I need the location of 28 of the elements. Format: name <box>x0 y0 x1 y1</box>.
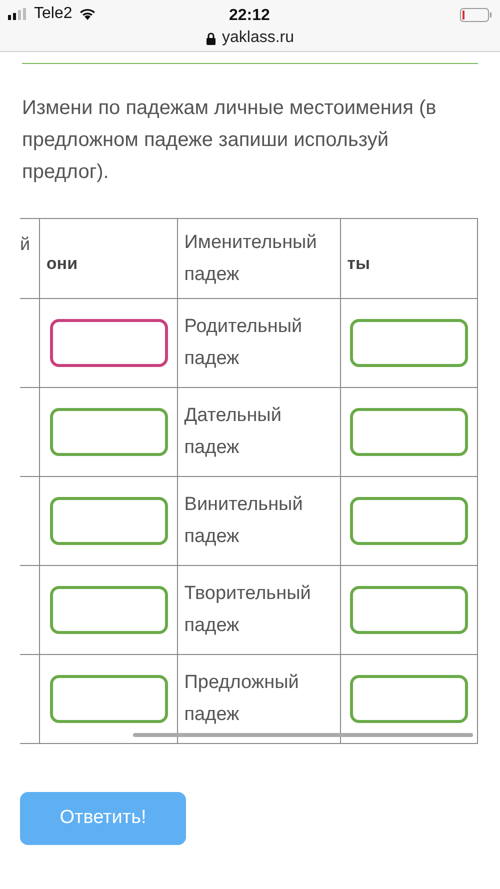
answer-field[interactable] <box>50 675 168 723</box>
answer-field[interactable] <box>50 497 168 545</box>
url-text[interactable]: yaklass.ru <box>222 26 294 50</box>
lock-icon <box>206 32 216 44</box>
case-label: Предложный падеж <box>183 671 300 727</box>
signal-icon <box>8 8 28 20</box>
header-text: й <box>20 232 32 256</box>
pronoun-header: ты <box>346 252 371 275</box>
answer-field[interactable] <box>350 586 468 634</box>
answer-field[interactable] <box>50 319 168 367</box>
pronoun-header: они <box>45 252 79 275</box>
answer-field[interactable] <box>50 586 168 634</box>
case-label: Винительный падеж <box>183 493 304 549</box>
carrier-name: Tele2 <box>34 4 72 24</box>
answer-field[interactable] <box>350 408 468 456</box>
case-label: Родительный падеж <box>183 315 304 371</box>
battery-icon <box>460 8 492 22</box>
answer-field[interactable] <box>350 319 468 367</box>
answer-field[interactable] <box>50 408 168 456</box>
wifi-icon <box>79 8 96 20</box>
task-text: Измени по падежам личные местоимения (в предложном падеже запиши используй предлог). <box>22 96 438 185</box>
scrollbar[interactable] <box>133 733 473 737</box>
clock: 22:12 <box>229 6 270 26</box>
header-text: Именительный падеж <box>183 230 318 286</box>
answer-field[interactable] <box>350 497 468 545</box>
case-label: Дательный падеж <box>183 404 282 460</box>
case-label: Творительный падеж <box>183 582 312 638</box>
answer-field[interactable] <box>350 675 468 723</box>
